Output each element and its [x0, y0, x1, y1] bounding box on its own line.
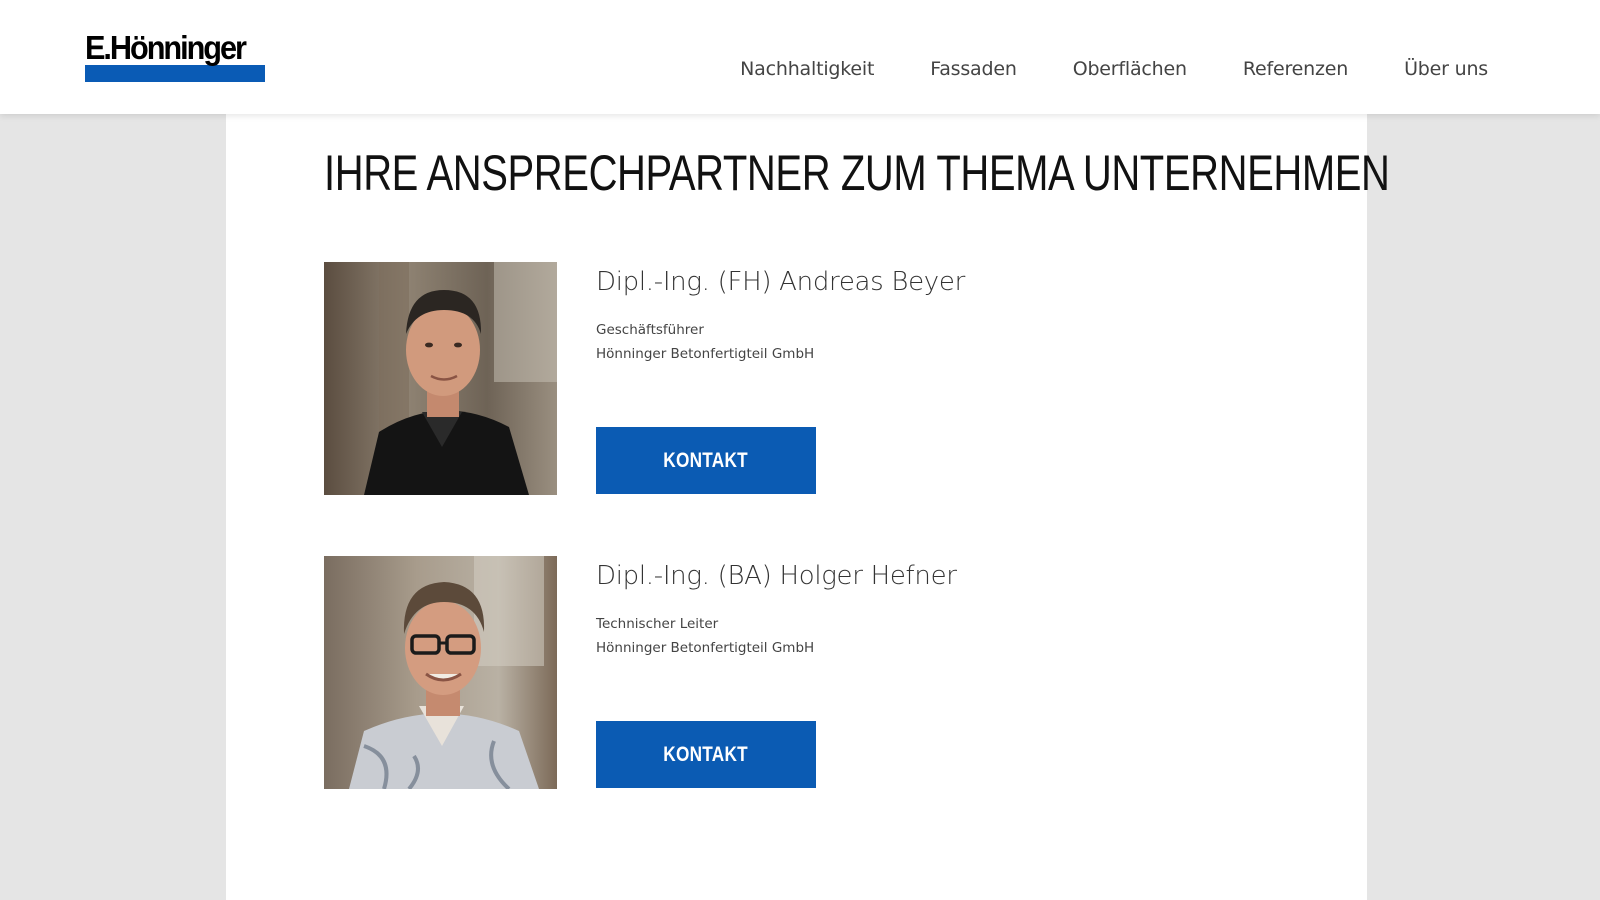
contact-photo	[324, 262, 557, 495]
content-panel: IHRE ANSPRECHPARTNER ZUM THEMA UNTERNEHM…	[226, 114, 1390, 900]
contact-card: Dipl.-Ing. (BA) Holger Hefner Technische…	[324, 556, 1124, 789]
contact-photo	[324, 556, 557, 789]
nav-item-referenzen[interactable]: Referenzen	[1243, 58, 1348, 80]
contact-company: Hönninger Betonfertigteil GmbH	[596, 346, 815, 362]
contact-name: Dipl.-Ing. (FH) Andreas Beyer	[596, 267, 965, 297]
kontakt-button[interactable]: KONTAKT	[596, 721, 816, 788]
contact-role: Geschäftsführer	[596, 322, 704, 338]
nav-item-oberflaechen[interactable]: Oberflächen	[1073, 58, 1187, 80]
contact-company: Hönninger Betonfertigteil GmbH	[596, 640, 815, 656]
nav-item-fassaden[interactable]: Fassaden	[930, 58, 1017, 80]
contact-role: Technischer Leiter	[596, 616, 719, 632]
brand-logo[interactable]: E.Hönninger	[85, 30, 265, 82]
nav-item-nachhaltigkeit[interactable]: Nachhaltigkeit	[740, 58, 874, 80]
site-header: E.Hönninger Nachhaltigkeit Fassaden Ober…	[0, 0, 1600, 114]
nav-item-ueber-uns[interactable]: Über uns	[1404, 58, 1488, 80]
contact-name: Dipl.-Ing. (BA) Holger Hefner	[596, 561, 957, 591]
brand-logo-bar	[85, 65, 265, 82]
main-nav: Nachhaltigkeit Fassaden Oberflächen Refe…	[684, 58, 1488, 80]
kontakt-button-label: KONTAKT	[663, 742, 749, 766]
kontakt-button[interactable]: KONTAKT	[596, 427, 816, 494]
kontakt-button-label: KONTAKT	[663, 448, 749, 472]
brand-logo-text[interactable]: E.Hönninger	[85, 30, 252, 66]
page-title: IHRE ANSPRECHPARTNER ZUM THEMA UNTERNEHM…	[324, 145, 1390, 201]
contact-card: Dipl.-Ing. (FH) Andreas Beyer Geschäftsf…	[324, 262, 1124, 495]
